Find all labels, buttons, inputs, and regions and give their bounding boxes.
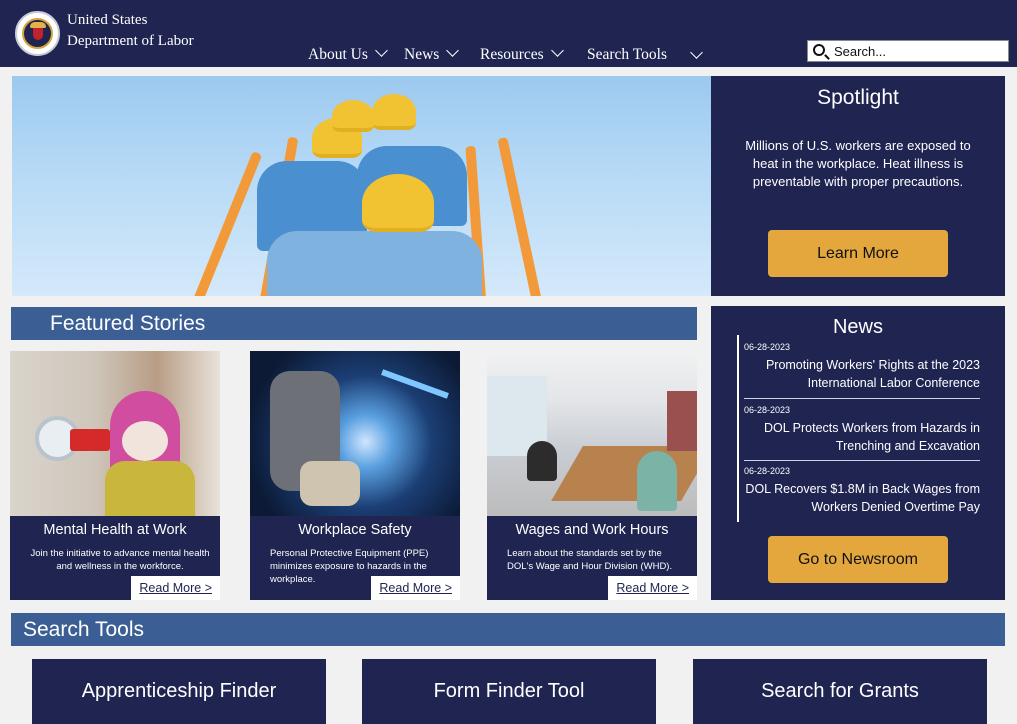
nav-item-news[interactable]: News [404,44,460,64]
story-text: Join the initiative to advance mental he… [30,548,210,572]
shield-icon [33,28,43,40]
story-card-wages[interactable]: Wages and Work Hours Learn about the sta… [487,351,697,600]
chevron-down-icon [446,44,460,57]
news-item[interactable]: 06-28-2023 DOL Protects Workers from Haz… [744,405,980,455]
chevron-down-icon[interactable] [690,46,703,59]
agency-name-line1[interactable]: United States [67,12,147,29]
spotlight-panel: Spotlight Millions of U.S. workers are e… [711,76,1005,296]
read-more-link[interactable]: Read More > [371,576,460,600]
news-title[interactable]: Promoting Workers' Rights at the 2023 In… [744,356,980,392]
featured-stories-heading: Featured Stories [11,307,697,340]
news-date: 06-28-2023 [744,342,791,352]
learn-more-button[interactable]: Learn More [768,230,948,277]
search-input[interactable] [834,43,1004,60]
nav-item-search-tools[interactable]: Search Tools [587,46,667,64]
news-title[interactable]: DOL Recovers $1.8M in Back Wages from Wo… [744,480,980,516]
story-title: Workplace Safety [298,522,412,538]
site-header: United States Department of Labor About … [0,0,1017,67]
read-more-link[interactable]: Read More > [608,576,697,600]
apprenticeship-finder-button[interactable]: Apprenticeship Finder [32,659,326,724]
nav-item-label: About Us [308,46,368,63]
nav-item-label: News [404,46,440,63]
story-image-megaphone [10,351,220,516]
story-image-meeting [487,351,697,516]
spotlight-heading: Spotlight [817,86,899,109]
search-box [807,40,1009,62]
story-card-mental-health[interactable]: Mental Health at Work Join the initiativ… [10,351,220,600]
nav-item-resources[interactable]: Resources [480,44,564,64]
story-title: Mental Health at Work [43,522,187,538]
nav-item-label: Search Tools [587,46,667,63]
chevron-down-icon [550,44,564,57]
search-icon[interactable] [813,44,825,56]
news-timeline-line [737,335,739,522]
seal-inner [22,18,53,49]
dol-seal-icon[interactable] [15,11,60,56]
news-heading: News [832,316,883,338]
form-finder-tool-button[interactable]: Form Finder Tool [362,659,656,724]
news-divider [744,398,980,399]
ladder-rail [181,151,263,296]
news-panel: News 06-28-2023 Promoting Workers' Right… [711,306,1005,600]
nav-item-about-us[interactable]: About Us [308,44,388,64]
news-divider [744,460,980,461]
go-to-newsroom-button[interactable]: Go to Newsroom [768,536,948,583]
news-item[interactable]: 06-28-2023 DOL Recovers $1.8M in Back Wa… [744,466,980,516]
news-date: 06-28-2023 [744,405,791,415]
ladder-rail [497,137,547,296]
nav-item-label: Resources [480,46,544,63]
hero-image-workers-climbing [12,76,711,296]
agency-name-line2[interactable]: Department of Labor [67,33,194,50]
story-title: Wages and Work Hours [515,522,669,538]
spotlight-text: Millions of U.S. workers are exposed to … [745,138,971,189]
news-item[interactable]: 06-28-2023 Promoting Workers' Rights at … [744,342,980,392]
news-date: 06-28-2023 [744,466,791,476]
story-text: Learn about the standards set by the DOL… [507,548,673,572]
story-image-welding [250,351,460,516]
search-tools-heading: Search Tools [11,613,1005,646]
news-title[interactable]: DOL Protects Workers from Hazards in Tre… [744,419,980,455]
read-more-link[interactable]: Read More > [131,576,220,600]
chevron-down-icon [374,44,388,57]
search-for-grants-button[interactable]: Search for Grants [693,659,987,724]
story-card-workplace-safety[interactable]: Workplace Safety Personal Protective Equ… [250,351,460,600]
